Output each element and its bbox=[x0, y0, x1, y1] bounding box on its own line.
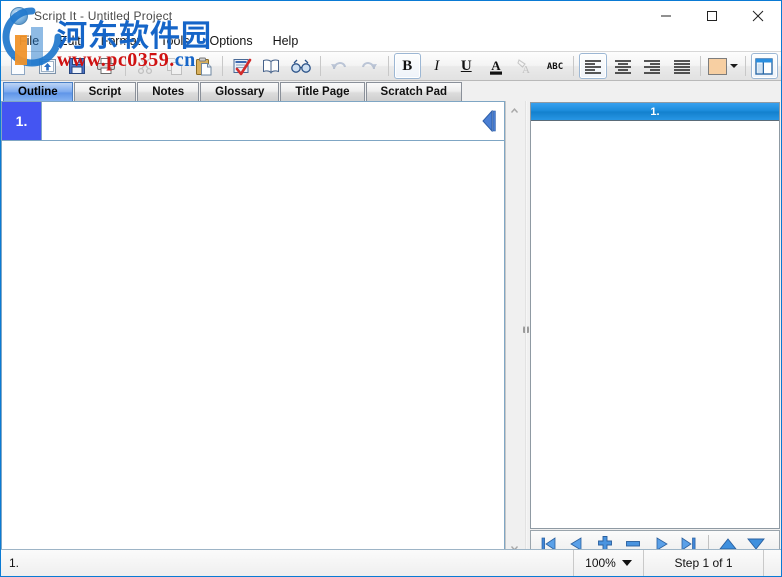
zoom-control[interactable]: 100% bbox=[573, 549, 643, 576]
toolbar-separator bbox=[744, 56, 746, 76]
tab-notes[interactable]: Notes bbox=[137, 82, 200, 101]
menu-item-file[interactable]: File bbox=[9, 34, 49, 48]
cut-icon[interactable] bbox=[131, 53, 158, 79]
tab-glossary[interactable]: Glossary bbox=[200, 82, 280, 101]
pane-splitter[interactable] bbox=[522, 101, 530, 558]
chevron-down-icon[interactable] bbox=[729, 64, 738, 68]
underline-label: U bbox=[460, 57, 472, 74]
toolbar: B I U A A ABC bbox=[1, 51, 781, 81]
scroll-up-icon[interactable] bbox=[507, 103, 522, 118]
print-icon[interactable] bbox=[92, 53, 119, 79]
paste-icon[interactable] bbox=[190, 53, 217, 79]
undo-icon[interactable] bbox=[326, 53, 353, 79]
font-color-icon[interactable]: A bbox=[482, 53, 509, 79]
find-icon[interactable] bbox=[287, 53, 314, 79]
maximize-button[interactable] bbox=[689, 1, 735, 30]
toolbar-separator bbox=[387, 56, 389, 76]
italic-icon[interactable]: I bbox=[423, 53, 450, 79]
zoom-level-label: 100% bbox=[585, 556, 616, 570]
dictionary-icon[interactable] bbox=[258, 53, 285, 79]
svg-text:ABC: ABC bbox=[547, 62, 563, 72]
menu-item-tools[interactable]: Tools bbox=[150, 34, 199, 48]
color-swatch-preview bbox=[707, 57, 727, 75]
spellcheck-icon[interactable] bbox=[228, 53, 255, 79]
window-controls bbox=[643, 1, 781, 30]
bold-label: B bbox=[402, 57, 413, 74]
underline-icon[interactable]: U bbox=[453, 53, 480, 79]
save-icon[interactable] bbox=[63, 53, 90, 79]
align-right-icon[interactable] bbox=[638, 53, 665, 79]
chevron-down-icon[interactable] bbox=[621, 560, 632, 566]
copy-icon[interactable] bbox=[160, 53, 187, 79]
app-globe-icon bbox=[10, 6, 28, 25]
outline-card-number: 1. bbox=[2, 102, 42, 140]
menu-item-edit[interactable]: Edit bbox=[49, 34, 91, 48]
splitter-line bbox=[525, 101, 527, 558]
outline-scrollbar[interactable] bbox=[505, 101, 522, 558]
align-left-icon[interactable] bbox=[579, 53, 607, 79]
tab-title-page[interactable]: Title Page bbox=[280, 82, 365, 101]
outline-card[interactable]: 1. bbox=[2, 102, 504, 141]
close-button[interactable] bbox=[735, 1, 781, 30]
menu-item-format[interactable]: Format bbox=[91, 34, 151, 48]
svg-text:A: A bbox=[491, 58, 501, 73]
preview-card: 1. bbox=[530, 102, 780, 529]
resize-grip[interactable] bbox=[763, 549, 781, 576]
toolbar-separator bbox=[124, 56, 126, 76]
application-window: Script It - Untitled Project File Edit F… bbox=[0, 0, 782, 577]
highlight-icon[interactable]: A bbox=[511, 53, 538, 79]
step-indicator: Step 1 of 1 bbox=[643, 549, 763, 576]
italic-label: I bbox=[434, 57, 440, 74]
preview-text-area[interactable] bbox=[531, 121, 779, 528]
window-title: Script It - Untitled Project bbox=[34, 8, 173, 23]
toolbar-separator bbox=[222, 56, 224, 76]
tab-script[interactable]: Script bbox=[73, 82, 137, 101]
color-swatch[interactable] bbox=[706, 53, 739, 79]
toolbar-separator bbox=[573, 56, 575, 76]
tab-strip: Outline Script Notes Glossary Title Page… bbox=[1, 81, 781, 101]
outline-pane: 1. bbox=[1, 101, 505, 558]
outline-card-text[interactable] bbox=[42, 102, 504, 140]
menu-bar: File Edit Format Tools Options Help bbox=[1, 30, 781, 51]
align-justify-icon[interactable] bbox=[668, 53, 695, 79]
new-icon[interactable] bbox=[4, 53, 31, 79]
content-area: 1. 1. bbox=[1, 101, 781, 558]
collapse-arrow-icon[interactable] bbox=[482, 110, 498, 132]
preview-header: 1. bbox=[531, 103, 779, 121]
preview-pane: 1. bbox=[530, 101, 781, 558]
status-bar: 1. 100% Step 1 of 1 bbox=[1, 549, 781, 576]
title-bar: Script It - Untitled Project bbox=[1, 1, 781, 30]
tab-scratch-pad[interactable]: Scratch Pad bbox=[365, 82, 463, 101]
menu-item-help[interactable]: Help bbox=[263, 34, 309, 48]
spelling-abc-icon[interactable]: ABC bbox=[541, 53, 568, 79]
minimize-button[interactable] bbox=[643, 1, 689, 30]
toolbar-separator bbox=[319, 56, 321, 76]
bold-icon[interactable]: B bbox=[393, 53, 422, 79]
menu-item-options[interactable]: Options bbox=[199, 34, 262, 48]
open-icon[interactable] bbox=[33, 53, 60, 79]
redo-icon[interactable] bbox=[355, 53, 382, 79]
status-left-text: 1. bbox=[9, 556, 20, 570]
toolbar-separator bbox=[700, 56, 702, 76]
outline-empty-area[interactable] bbox=[2, 141, 504, 557]
tab-outline[interactable]: Outline bbox=[3, 82, 73, 101]
align-center-icon[interactable] bbox=[609, 53, 636, 79]
panel-toggle-icon[interactable] bbox=[750, 53, 779, 79]
